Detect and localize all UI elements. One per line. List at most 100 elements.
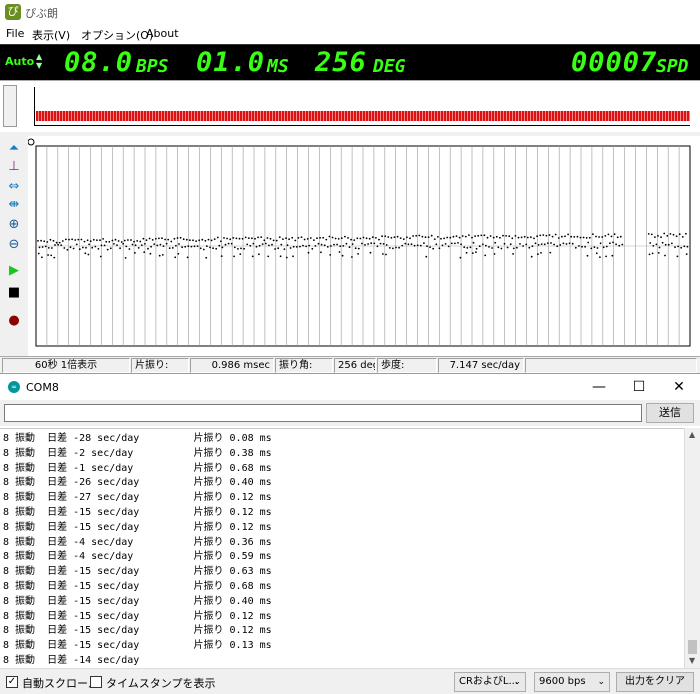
trace-dot: [494, 241, 497, 244]
trace-dot: [663, 232, 666, 235]
trace-dot: [435, 243, 438, 246]
serial-title: COM8: [26, 381, 59, 394]
trace-dot: [581, 245, 583, 248]
trace-dot: [651, 252, 654, 255]
trace-dot: [38, 246, 41, 249]
overview-slider[interactable]: [3, 85, 17, 127]
trace-dot: [353, 239, 356, 241]
trace-dot: [649, 242, 652, 244]
trace-dot: [97, 248, 100, 250]
trace-dot: [255, 245, 258, 248]
trace-dot: [320, 251, 322, 254]
trace-dot: [457, 242, 459, 244]
center-baseline-icon[interactable]: ⊥: [3, 158, 25, 176]
trace-dot: [167, 238, 170, 241]
autoscroll-checkbox[interactable]: ✓: [6, 676, 18, 688]
trace-dot: [596, 247, 599, 249]
trace-dot: [340, 237, 343, 239]
trace-dot: [150, 245, 152, 248]
menu-about[interactable]: About: [146, 27, 179, 40]
trace-dot: [168, 247, 171, 249]
trace-dot: [604, 235, 607, 237]
trace-dot: [570, 235, 573, 238]
trace-dot: [474, 235, 476, 237]
trace-dot: [517, 236, 520, 239]
expand-horizontal-icon[interactable]: ⇔: [3, 178, 25, 196]
trace-dot: [106, 248, 109, 251]
zoom-out-icon[interactable]: ⊖: [3, 236, 25, 254]
trace-dot: [382, 253, 384, 255]
trace-dot: [443, 237, 445, 240]
trace-dot: [317, 242, 320, 245]
menu-view[interactable]: 表示(V): [32, 27, 70, 43]
trace-dot: [148, 237, 151, 240]
trace-dot: [430, 234, 433, 237]
trace-dot: [105, 240, 108, 243]
trace-dot: [311, 247, 314, 250]
timestamp-checkbox[interactable]: [90, 676, 102, 688]
trace-dot: [427, 236, 430, 238]
trace-dot: [50, 254, 53, 257]
auto-mode-label[interactable]: Auto: [5, 55, 34, 68]
trace-dot: [218, 244, 221, 247]
trace-dot: [177, 252, 180, 255]
line-ending-select[interactable]: CRおよびL... ⌄: [454, 672, 526, 692]
trace-dot: [615, 243, 617, 246]
trace-dot: [99, 239, 101, 242]
trace-dot: [237, 248, 239, 250]
play-icon[interactable]: ▶: [3, 262, 25, 280]
trace-dot: [334, 237, 337, 240]
trace-dot: [586, 254, 589, 257]
close-button[interactable]: ✕: [664, 377, 694, 397]
trace-dot: [464, 235, 467, 238]
send-button[interactable]: 送信: [646, 403, 694, 423]
serial-send-input[interactable]: [4, 404, 642, 422]
scroll-up-icon[interactable]: ▲: [689, 430, 695, 439]
shrink-horizontal-icon[interactable]: ⇼: [3, 196, 25, 214]
trace-dot: [338, 251, 341, 253]
menu-options[interactable]: オプション(O): [81, 27, 153, 43]
record-icon[interactable]: ●: [3, 312, 25, 330]
trace-dot: [530, 255, 533, 258]
minimize-button[interactable]: —: [584, 377, 614, 397]
bps-spinner-icon[interactable]: ▲ ▼: [36, 52, 42, 70]
trace-dot: [599, 256, 601, 258]
trace-dot: [542, 234, 545, 236]
chart-toolbar: ⏶ ⊥ ⇔ ⇼ ⊕ ⊖ ▶ ■ ●: [0, 136, 28, 356]
trace-dot: [371, 236, 374, 239]
trace-dot: [277, 247, 280, 250]
trace-dot: [282, 238, 284, 240]
app-title: ぴぶ朗: [25, 7, 58, 20]
trace-dot: [618, 244, 621, 247]
title-bar: ぴ ぴぶ朗: [0, 0, 700, 24]
zoom-fit-vertical-icon[interactable]: ⏶: [3, 140, 25, 158]
scroll-thumb[interactable]: [688, 640, 697, 654]
serial-output[interactable]: 8 振動 日差 -28 sec/day 片振り 0.08 ms 8 振動 日差 -…: [0, 428, 684, 668]
timestamp-label: タイムスタンプを表示: [106, 677, 216, 690]
trace-dot: [43, 240, 46, 243]
baud-select[interactable]: 9600 bps ⌄: [534, 672, 610, 692]
trace-dot: [51, 247, 53, 249]
trace-dot: [450, 242, 453, 245]
trace-dot: [402, 238, 405, 240]
menu-file[interactable]: File: [6, 27, 24, 40]
trace-dot: [437, 236, 439, 238]
trace-dot: [675, 235, 678, 238]
trace-dot: [153, 243, 156, 245]
trace-dot: [607, 233, 610, 236]
scroll-down-icon[interactable]: ▼: [689, 656, 695, 665]
app-logo-icon: ぴ: [5, 4, 21, 20]
trace-dot: [176, 237, 179, 239]
serial-line: 8 振動 日差 -14 sec/day: [3, 655, 140, 666]
serial-line: 8 振動 日差 -4 sec/day 片振り 0.36 ms: [3, 536, 272, 548]
zoom-in-icon[interactable]: ⊕: [3, 216, 25, 234]
clear-output-button[interactable]: 出力をクリア: [616, 672, 694, 692]
chevron-down-icon: ⌄: [597, 677, 605, 687]
maximize-button[interactable]: ☐: [624, 377, 654, 397]
trace-dot: [357, 253, 359, 255]
trace-dot: [44, 245, 47, 248]
trace-dot: [648, 253, 651, 256]
trace-dot: [274, 248, 276, 250]
stop-icon[interactable]: ■: [3, 284, 25, 302]
serial-scrollbar[interactable]: ▲ ▼: [684, 428, 700, 668]
